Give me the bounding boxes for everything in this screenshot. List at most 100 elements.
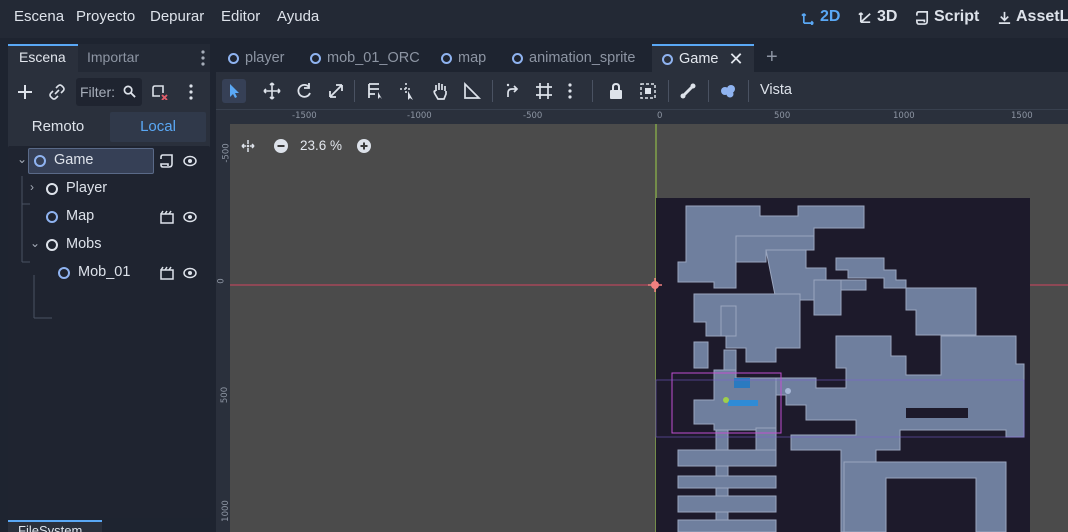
ruler-tick-label: 0 bbox=[657, 111, 663, 121]
expand-arrow-icon[interactable]: ⌄ bbox=[17, 152, 27, 166]
tree-row-player[interactable]: › Player bbox=[8, 176, 210, 202]
expand-arrow-icon[interactable]: ⌄ bbox=[30, 236, 40, 250]
filter-placeholder: Filter: bbox=[80, 84, 115, 100]
node-icon bbox=[46, 239, 58, 251]
scene-tab-label: Game bbox=[679, 51, 719, 67]
search-icon bbox=[123, 85, 136, 98]
mode-2d-button[interactable]: 2D bbox=[801, 8, 840, 26]
zoom-in-icon[interactable] bbox=[356, 138, 372, 154]
2d-icon bbox=[801, 12, 814, 25]
open-scene-icon[interactable] bbox=[160, 266, 174, 280]
list-select-icon[interactable] bbox=[366, 81, 386, 101]
node2d-icon bbox=[512, 52, 523, 64]
toolbar-separator bbox=[492, 80, 493, 102]
tree-label-game: Game bbox=[54, 152, 94, 168]
scale-tool-icon[interactable] bbox=[326, 81, 346, 101]
menu-proyecto[interactable]: Proyecto bbox=[76, 8, 135, 25]
player-origin-marker bbox=[723, 397, 729, 403]
scene-tab-map[interactable]: map bbox=[441, 44, 486, 72]
toolbar-separator bbox=[748, 80, 749, 102]
tree-label-player: Player bbox=[66, 180, 108, 196]
mode-script-button[interactable]: Script bbox=[915, 8, 979, 26]
move-tool-icon[interactable] bbox=[262, 81, 282, 101]
ruler-tool-icon[interactable] bbox=[462, 81, 482, 101]
node2d-icon bbox=[441, 52, 452, 64]
link-icon[interactable] bbox=[49, 84, 65, 100]
tree-row-game[interactable]: ⌄ Game bbox=[8, 148, 210, 174]
pan-hand-icon[interactable] bbox=[430, 81, 450, 101]
toolbar-separator bbox=[354, 80, 355, 102]
visibility-eye-icon[interactable] bbox=[183, 154, 197, 168]
particles-icon[interactable] bbox=[718, 81, 738, 101]
level-map-canvas bbox=[230, 124, 1068, 532]
scene-tab-animation-sprite[interactable]: animation_sprite bbox=[512, 44, 635, 72]
scene-dock-tabs: Escena Importar bbox=[8, 44, 210, 72]
zoom-level-label[interactable]: 23.6 % bbox=[300, 138, 342, 153]
scene-tab-game[interactable]: Game ✕ bbox=[652, 44, 754, 72]
ruler-vertical: -500 0 500 1000 bbox=[216, 110, 232, 532]
toolbar-separator bbox=[708, 80, 709, 102]
ruler-tick-label: 1000 bbox=[893, 111, 915, 121]
open-scene-icon[interactable] bbox=[160, 210, 174, 224]
tree-label-map: Map bbox=[66, 208, 95, 224]
more-options-icon[interactable] bbox=[188, 84, 194, 100]
visibility-eye-icon[interactable] bbox=[183, 210, 197, 224]
tree-label-mob-01: Mob_01 bbox=[78, 264, 131, 280]
scene-tab-player[interactable]: player bbox=[228, 44, 285, 72]
ruler-tick-label: -1000 bbox=[407, 111, 432, 121]
menu-editor[interactable]: Editor bbox=[221, 8, 260, 25]
filter-input[interactable]: Filter: bbox=[76, 78, 142, 106]
pivot-tool-icon[interactable] bbox=[398, 81, 418, 101]
visibility-eye-icon[interactable] bbox=[183, 266, 197, 280]
remote-button[interactable]: Remoto bbox=[8, 112, 108, 142]
canvas-viewport[interactable]: -1500 -1000 -500 0 500 1000 1500 -500 0 … bbox=[216, 110, 1068, 532]
mode-2d-label: 2D bbox=[820, 8, 841, 25]
mode-3d-label: 3D bbox=[877, 8, 898, 25]
select-tool-icon[interactable] bbox=[222, 79, 246, 103]
script-remove-icon[interactable] bbox=[152, 84, 168, 100]
center-view-icon[interactable] bbox=[240, 138, 256, 154]
tilemap-wall-segment bbox=[906, 408, 968, 418]
canvas-editor-toolbar: Vista bbox=[216, 72, 1068, 110]
add-scene-tab-icon[interactable]: + bbox=[766, 46, 778, 69]
add-node-icon[interactable] bbox=[16, 83, 34, 101]
mode-3d-button[interactable]: 3D bbox=[858, 8, 897, 26]
view-menu-button[interactable]: Vista bbox=[760, 82, 792, 98]
local-button[interactable]: Local bbox=[110, 112, 206, 142]
menu-escena[interactable]: Escena bbox=[14, 8, 64, 25]
tree-row-mobs[interactable]: ⌄ Mobs bbox=[8, 232, 210, 258]
ruler-tick-label: 1000 bbox=[220, 500, 231, 522]
tab-filesystem[interactable]: FileSystem bbox=[8, 520, 102, 532]
mode-script-label: Script bbox=[934, 8, 980, 25]
zoom-out-icon[interactable] bbox=[273, 138, 289, 154]
toolbar-separator bbox=[668, 80, 669, 102]
smart-snap-icon[interactable] bbox=[504, 81, 524, 101]
scene-tab-mob-01-orc[interactable]: mob_01_ORC bbox=[310, 44, 420, 72]
close-icon[interactable]: ✕ bbox=[729, 49, 744, 70]
tree-label-mobs: Mobs bbox=[66, 236, 102, 252]
tree-row-map[interactable]: Map bbox=[8, 204, 210, 230]
lock-icon[interactable] bbox=[606, 81, 626, 101]
script-attached-icon[interactable] bbox=[160, 154, 174, 168]
menu-ayuda[interactable]: Ayuda bbox=[277, 8, 319, 25]
ruler-tick-label: -500 bbox=[221, 143, 232, 163]
rotate-tool-icon[interactable] bbox=[294, 81, 314, 101]
script-icon bbox=[916, 10, 929, 25]
node2d-icon bbox=[662, 53, 673, 65]
tab-escena[interactable]: Escena bbox=[19, 49, 66, 65]
group-icon[interactable] bbox=[638, 81, 658, 101]
menu-depurar[interactable]: Depurar bbox=[150, 8, 204, 25]
snap-options-icon[interactable] bbox=[566, 81, 574, 101]
ruler-tick-label: 500 bbox=[774, 111, 791, 121]
grid-snap-icon[interactable] bbox=[534, 81, 554, 101]
mode-assetlib-button[interactable]: AssetL bbox=[997, 8, 1068, 26]
scene-tree: ⌄ Game › Player Map ⌄ Mobs Mob_01 bbox=[8, 146, 210, 518]
node2d-icon bbox=[228, 52, 239, 64]
scene-dock-toolbar: Filter: bbox=[8, 72, 210, 112]
collapse-arrow-icon[interactable]: › bbox=[30, 180, 34, 194]
tab-importar[interactable]: Importar bbox=[87, 49, 139, 65]
download-icon bbox=[998, 11, 1011, 24]
tree-row-mob-01[interactable]: Mob_01 bbox=[8, 260, 210, 286]
dock-menu-icon[interactable] bbox=[200, 50, 206, 66]
skeleton-bone-icon[interactable] bbox=[678, 81, 698, 101]
